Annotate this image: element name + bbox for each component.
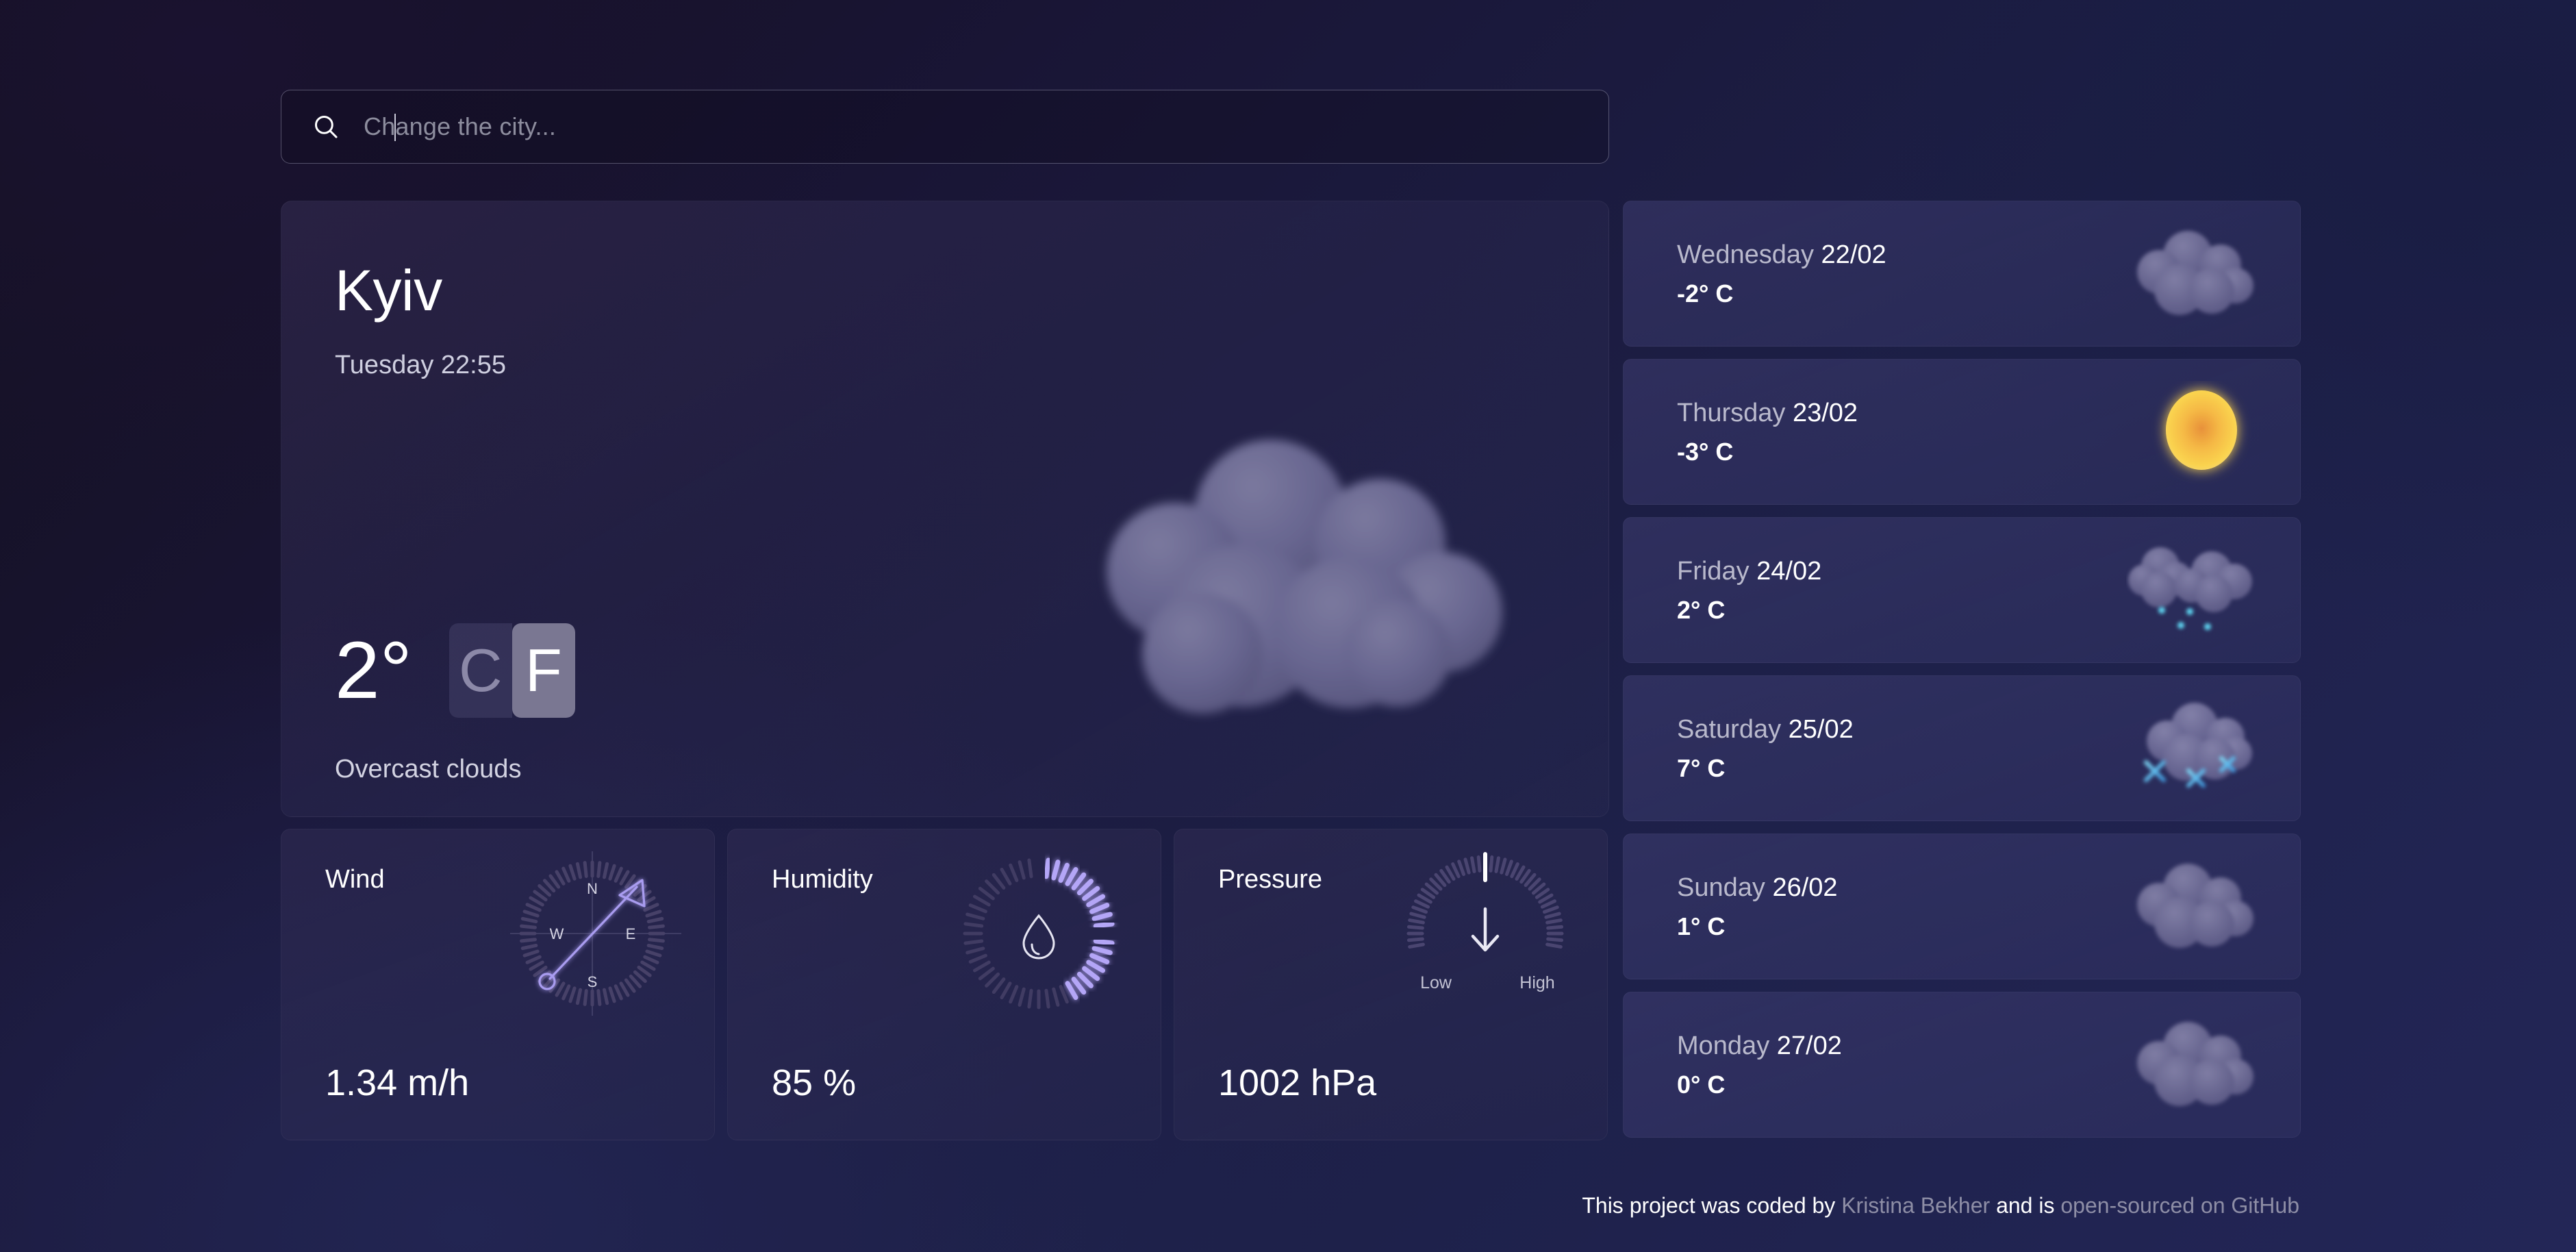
text-cursor [394, 114, 396, 141]
humidity-value: 85 % [772, 1062, 857, 1103]
forecast-date: 23/02 [1792, 398, 1858, 427]
pressure-high-label: High [1519, 973, 1554, 992]
footer-prefix: This project was coded by [1582, 1193, 1836, 1218]
forecast-temp: -2° C [1677, 279, 1734, 308]
forecast-temp: 1° C [1677, 912, 1726, 940]
search-input[interactable] [364, 112, 1608, 141]
cloud-icon [2137, 1021, 2253, 1106]
forecast-row[interactable]: Wednesday 22/02 -2° C [1623, 201, 2301, 347]
search-bar[interactable] [281, 90, 1609, 164]
forecast-date-line: Wednesday 22/02 [1677, 242, 1886, 268]
date-time: Tuesday 22:55 [335, 351, 506, 379]
pressure-low-label: Low [1420, 973, 1452, 992]
pressure-widget: Pressure Low High 1002 hPa [1174, 829, 1608, 1140]
compass-icon: N W E S [510, 851, 681, 1016]
widget-row: Wind N W E S 1.34 m/h Humidity 85 % Pres… [281, 829, 1608, 1140]
current-weather-card: Kyiv Tuesday 22:55 2° C F Overcast cloud… [281, 201, 1609, 817]
compass-west-label: W [550, 925, 564, 942]
forecast-list: Wednesday 22/02 -2° C Thursday 23/02 -3°… [1623, 201, 2301, 1138]
forecast-text: Monday 27/02 0° C [1677, 1033, 1842, 1097]
footer-author-link[interactable]: Kristina Bekher [1841, 1193, 1990, 1218]
wind-widget: Wind N W E S 1.34 m/h [281, 829, 715, 1140]
humidity-ticks [963, 857, 1115, 1010]
forecast-day: Friday [1677, 556, 1750, 586]
forecast-text: Friday 24/02 2° C [1677, 558, 1821, 623]
wind-value: 1.34 m/h [325, 1062, 470, 1103]
forecast-day: Monday [1677, 1031, 1770, 1060]
celsius-button[interactable]: C [449, 623, 512, 718]
forecast-day: Sunday [1677, 873, 1765, 902]
forecast-temp: 0° C [1677, 1070, 1726, 1099]
footer-github-link[interactable]: open-sourced on GitHub [2060, 1193, 2299, 1218]
fahrenheit-button[interactable]: F [512, 623, 575, 718]
humidity-gauge [963, 857, 1115, 1010]
current-temperature: 2° [335, 625, 412, 716]
overcast-clouds-icon [1107, 440, 1502, 714]
temperature-row: 2° C F [335, 623, 575, 718]
cloud-icon [2137, 230, 2253, 315]
forecast-day: Saturday [1677, 714, 1782, 744]
forecast-date-line: Saturday 25/02 [1677, 716, 1854, 742]
forecast-day: Thursday [1677, 398, 1786, 427]
pressure-gauge: Low High [1406, 852, 1564, 992]
forecast-day: Wednesday [1677, 240, 1814, 269]
compass-east-label: E [626, 925, 636, 942]
forecast-row[interactable]: Friday 24/02 2° C [1623, 517, 2301, 663]
pressure-title: Pressure [1218, 865, 1323, 894]
forecast-date: 24/02 [1756, 556, 1822, 586]
forecast-row[interactable]: Saturday 25/02 7° C [1623, 675, 2301, 821]
water-drop-icon [1022, 914, 1055, 960]
forecast-text: Saturday 25/02 7° C [1677, 716, 1854, 781]
forecast-date: 22/02 [1821, 240, 1886, 269]
forecast-date: 25/02 [1788, 714, 1854, 744]
weather-description: Overcast clouds [335, 755, 522, 784]
city-name: Kyiv [335, 258, 442, 323]
wind-title: Wind [325, 865, 385, 894]
rain-icon [2128, 547, 2252, 630]
forecast-text: Sunday 26/02 1° C [1677, 875, 1838, 939]
forecast-date-line: Friday 24/02 [1677, 558, 1821, 584]
cloud-icon [2137, 863, 2253, 948]
weather-app: Kyiv Tuesday 22:55 2° C F Overcast cloud… [0, 0, 2576, 1252]
pressure-value: 1002 hPa [1218, 1062, 1377, 1103]
forecast-text: Thursday 23/02 -3° C [1677, 400, 1858, 464]
forecast-date-line: Thursday 23/02 [1677, 400, 1858, 426]
forecast-date: 26/02 [1772, 873, 1838, 902]
search-icon[interactable] [312, 112, 340, 141]
humidity-widget: Humidity 85 % [727, 829, 1161, 1140]
forecast-date-line: Monday 27/02 [1677, 1033, 1842, 1059]
compass-north-label: N [587, 880, 598, 897]
forecast-date: 27/02 [1776, 1031, 1842, 1060]
compass-south-label: S [588, 973, 598, 990]
footer-middle: and is [1996, 1193, 2055, 1218]
forecast-date-line: Sunday 26/02 [1677, 875, 1838, 901]
forecast-temp: 7° C [1677, 753, 1726, 782]
forecast-temp: -3° C [1677, 437, 1734, 466]
sun-icon [2166, 390, 2237, 470]
forecast-text: Wednesday 22/02 -2° C [1677, 242, 1886, 306]
down-arrow-icon [1471, 907, 1500, 952]
snow-icon [2141, 702, 2252, 791]
forecast-row[interactable]: Monday 27/02 0° C [1623, 992, 2301, 1138]
forecast-temp: 2° C [1677, 595, 1726, 624]
unit-toggle[interactable]: C F [449, 623, 575, 718]
forecast-row[interactable]: Sunday 26/02 1° C [1623, 834, 2301, 979]
footer: This project was coded by Kristina Bekhe… [1582, 1193, 2299, 1218]
forecast-row[interactable]: Thursday 23/02 -3° C [1623, 359, 2301, 505]
humidity-title: Humidity [772, 865, 873, 894]
